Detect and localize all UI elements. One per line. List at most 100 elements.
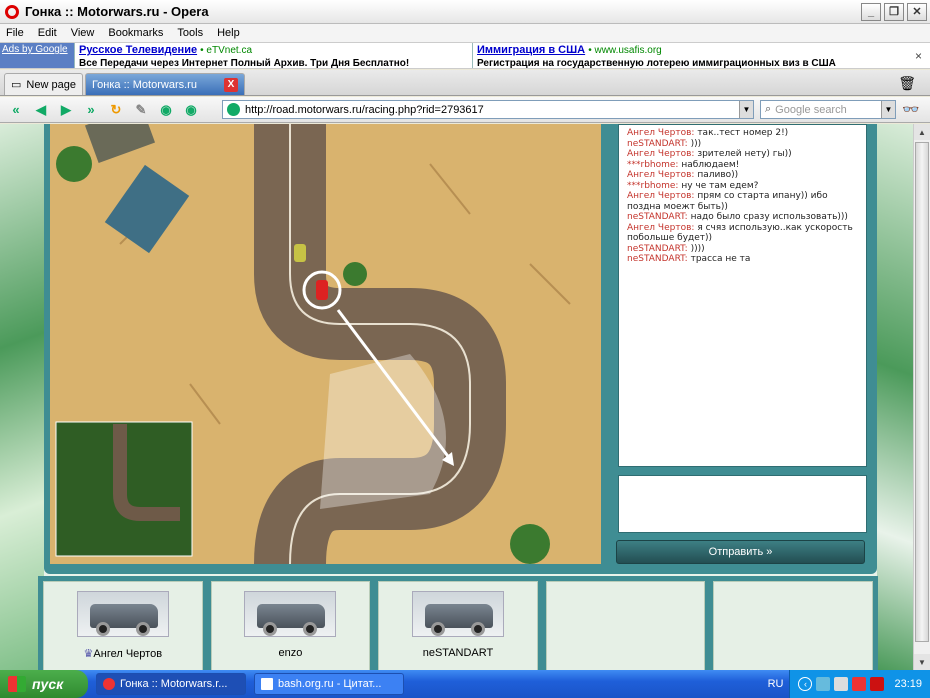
security-icon[interactable] [852, 677, 867, 691]
race-map[interactable] [50, 124, 601, 564]
home-icon[interactable]: ◉ [181, 101, 201, 119]
close-ad-icon[interactable]: × [870, 43, 930, 68]
trash-icon[interactable]: 🗑 [898, 75, 916, 92]
start-label: пуск [32, 676, 64, 692]
chat-message: ***rbhome: наблюдаем! [627, 160, 858, 171]
system-tray: ‹ 23:19 [789, 670, 930, 698]
task-label: Гонка :: Motorwars.r... [120, 678, 228, 690]
chat-author: neSTANDART: [627, 138, 688, 149]
player-card[interactable]: neSTANDART [378, 581, 538, 670]
fast-forward-icon[interactable]: » [81, 101, 101, 119]
start-button[interactable]: пуск [0, 670, 88, 698]
chevron-down-icon[interactable]: ▼ [739, 101, 753, 118]
minimize-button[interactable]: _ [861, 2, 881, 21]
page-content: Ангел Чертов: так..тест номер 2!) neSTAND… [0, 124, 913, 670]
chat-message: Ангел Чертов: паливо)) [627, 170, 858, 181]
wand-icon[interactable]: ◉ [156, 101, 176, 119]
menu-help[interactable]: Help [217, 27, 240, 39]
search-placeholder: Google search [775, 103, 847, 116]
navigation-bar: « ◀ ▶ » ↻ ✎ ◉ ◉ http://road.motorwars.ru… [0, 97, 930, 123]
chat-author: Ангел Чертов: [627, 128, 695, 138]
opponent-car[interactable] [294, 244, 306, 262]
send-button[interactable]: Отправить » [616, 540, 865, 564]
url-text: http://road.motorwars.ru/racing.php?rid=… [245, 103, 484, 116]
chevron-down-icon[interactable]: ▼ [881, 101, 895, 118]
page-icon [261, 678, 273, 690]
site-icon [227, 103, 240, 116]
chat-author: neSTANDART: [627, 243, 688, 254]
opera-icon [103, 678, 115, 690]
tab-label: Гонка :: Motorwars.ru [91, 78, 197, 91]
rewind-icon[interactable]: « [6, 101, 26, 119]
glasses-icon[interactable]: 👓 [902, 101, 919, 118]
ad-headline[interactable]: Русское Телевидение [79, 44, 197, 56]
chat-author: neSTANDART: [627, 254, 688, 264]
address-bar[interactable]: http://road.motorwars.ru/racing.php?rid=… [222, 100, 754, 119]
menu-bookmarks[interactable]: Bookmarks [108, 27, 163, 39]
player-card-empty [713, 581, 873, 670]
close-window-button[interactable]: ✕ [907, 2, 927, 21]
chat-message: neSTANDART: )))) [627, 244, 858, 255]
search-input[interactable]: ⌕ Google search ▼ [760, 100, 896, 119]
car-image [244, 591, 337, 637]
car-image [76, 591, 169, 637]
player-name: Ангел Чертов [93, 648, 163, 660]
race-track-svg [50, 124, 601, 564]
language-indicator[interactable]: RU [768, 678, 784, 690]
chat-author: Ангел Чертов: [627, 170, 695, 180]
player-name: neSTANDART [422, 647, 494, 659]
ad-item-tv[interactable]: Русское Телевидение • eTVnet.ca Все Пере… [74, 43, 472, 69]
opera-logo-icon [5, 4, 19, 19]
restore-button[interactable]: ❐ [884, 2, 904, 21]
window-title: Гонка :: Motorwars.ru - Opera [25, 4, 209, 19]
search-icon: ⌕ [765, 103, 772, 115]
back-icon[interactable]: ◀ [31, 101, 51, 119]
tab-new-page[interactable]: ▭ New page [4, 73, 83, 95]
network-icon[interactable] [816, 677, 831, 691]
bush [343, 262, 367, 286]
menu-file[interactable]: File [6, 27, 24, 39]
volume-icon[interactable] [834, 677, 849, 691]
team-badge-icon: ♛ [83, 648, 94, 660]
player-card-empty [545, 581, 706, 670]
ad-bar: Ads by Google Русское Телевидение • eTVn… [0, 42, 930, 69]
scroll-down-icon[interactable]: ▼ [914, 654, 930, 670]
chat-message: Ангел Чертов: я счяз использую..как уско… [627, 223, 858, 244]
taskbar-item-bash[interactable]: bash.org.ru - Цитат... [254, 673, 404, 695]
player-car[interactable] [316, 280, 328, 300]
menu-tools[interactable]: Tools [177, 27, 203, 39]
tab-motorwars[interactable]: Гонка :: Motorwars.ru X [84, 73, 245, 95]
chat-text: ))) [690, 138, 702, 149]
page-scrollbar[interactable]: ▲ ▼ [913, 124, 930, 670]
chat-message: neSTANDART: ))) [627, 139, 858, 150]
close-tab-icon[interactable]: X [223, 77, 238, 92]
forward-icon[interactable]: ▶ [56, 101, 76, 119]
ad-headline[interactable]: Иммиграция в США [477, 44, 585, 56]
player-card[interactable]: ♛Ангел Чертов [43, 581, 203, 670]
chat-text: наблюдаем! [681, 159, 740, 170]
chat-message: Ангел Чертов: зрителей нету) гы)) [627, 149, 858, 160]
chat-text: трасса не та [690, 254, 751, 264]
taskbar-item-opera[interactable]: Гонка :: Motorwars.r... [96, 673, 246, 695]
car-image [411, 591, 504, 637]
chat-input[interactable] [618, 475, 867, 533]
player-name: enzo [278, 647, 303, 659]
antivirus-icon[interactable] [870, 677, 885, 691]
bush [56, 146, 92, 182]
ad-item-immigration[interactable]: Иммиграция в США • www.usafis.org Регист… [472, 43, 870, 69]
tab-bar: ▭ New page Гонка :: Motorwars.ru X 🗑 [0, 70, 930, 96]
scroll-up-icon[interactable]: ▲ [914, 124, 930, 140]
chat-message: Ангел Чертов: прям со старта ипану)) ибо… [627, 191, 858, 212]
menu-edit[interactable]: Edit [38, 27, 57, 39]
chat-text: ну че там едем? [681, 180, 759, 191]
tray-arrow-icon[interactable]: ‹ [798, 677, 813, 691]
scroll-thumb[interactable] [915, 142, 929, 642]
player-card[interactable]: enzo [210, 581, 371, 670]
ads-by-google-link[interactable]: Ads by Google [0, 43, 74, 68]
chat-message: ***rbhome: ну че там едем? [627, 181, 858, 192]
chat-author: ***rbhome: [627, 180, 679, 191]
reload-icon[interactable]: ↻ [106, 101, 126, 119]
edit-icon[interactable]: ✎ [131, 101, 151, 119]
chat-message: neSTANDART: надо было сразу использовать… [627, 212, 858, 223]
menu-view[interactable]: View [71, 27, 95, 39]
